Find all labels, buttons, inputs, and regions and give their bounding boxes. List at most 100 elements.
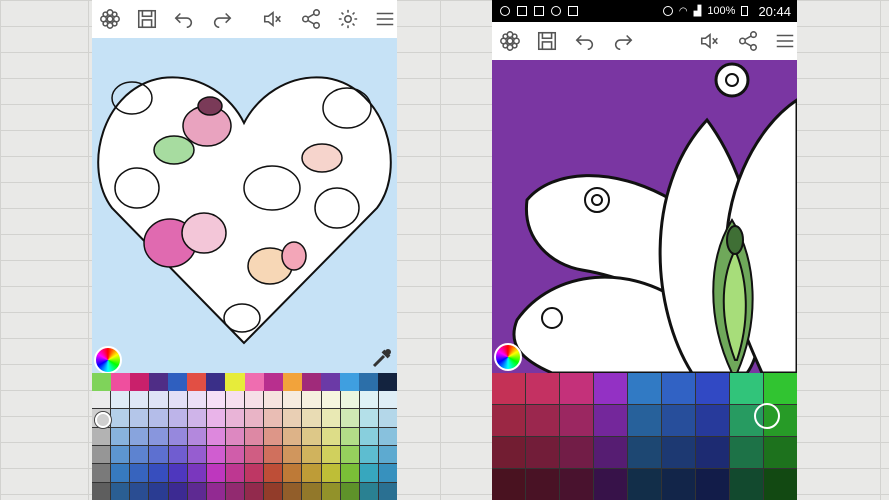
color-swatch[interactable] <box>206 373 226 391</box>
color-swatch[interactable] <box>92 391 111 409</box>
color-swatch[interactable] <box>302 409 321 427</box>
color-swatch[interactable] <box>628 437 661 468</box>
color-swatch[interactable] <box>340 391 359 409</box>
color-swatch[interactable] <box>149 464 168 482</box>
color-swatch[interactable] <box>187 373 207 391</box>
color-swatch[interactable] <box>168 446 187 464</box>
color-swatch[interactable] <box>206 446 225 464</box>
color-swatch[interactable] <box>264 391 283 409</box>
color-swatch[interactable] <box>377 373 397 391</box>
color-swatch[interactable] <box>149 427 168 445</box>
color-swatch[interactable] <box>764 373 797 404</box>
color-swatch[interactable] <box>111 446 130 464</box>
color-swatch[interactable] <box>225 391 244 409</box>
mute-icon[interactable] <box>262 7 285 31</box>
menu-icon[interactable] <box>374 7 397 31</box>
color-swatch[interactable] <box>359 446 378 464</box>
color-swatch[interactable] <box>730 373 763 404</box>
color-swatch[interactable] <box>340 427 359 445</box>
color-swatch[interactable] <box>340 446 359 464</box>
color-swatch[interactable] <box>245 482 264 500</box>
color-swatch[interactable] <box>662 469 695 500</box>
color-swatch[interactable] <box>187 409 206 427</box>
color-swatch[interactable] <box>206 427 225 445</box>
color-swatch[interactable] <box>168 391 187 409</box>
save-icon[interactable] <box>135 7 158 31</box>
color-swatch[interactable] <box>245 391 264 409</box>
color-swatch[interactable] <box>301 373 321 391</box>
color-swatch[interactable] <box>302 446 321 464</box>
color-swatch[interactable] <box>526 405 559 436</box>
color-swatch[interactable] <box>492 373 525 404</box>
color-swatch[interactable] <box>359 482 378 500</box>
color-swatch[interactable] <box>263 373 283 391</box>
color-swatch[interactable] <box>526 373 559 404</box>
color-swatch[interactable] <box>662 437 695 468</box>
color-swatch[interactable] <box>378 391 397 409</box>
color-swatch[interactable] <box>225 427 244 445</box>
color-swatch[interactable] <box>149 446 168 464</box>
color-swatch[interactable] <box>321 427 340 445</box>
palette-icon[interactable] <box>98 7 121 31</box>
coloring-canvas[interactable] <box>492 60 797 375</box>
color-swatch[interactable] <box>302 464 321 482</box>
color-swatch[interactable] <box>492 469 525 500</box>
color-swatch[interactable] <box>187 464 206 482</box>
color-swatch[interactable] <box>130 482 149 500</box>
settings-icon[interactable] <box>336 7 359 31</box>
color-swatch[interactable] <box>245 427 264 445</box>
color-swatch[interactable] <box>206 482 225 500</box>
color-swatch[interactable] <box>696 437 729 468</box>
share-icon[interactable] <box>299 7 322 31</box>
color-swatch[interactable] <box>560 469 593 500</box>
color-swatch[interactable] <box>282 373 302 391</box>
color-swatch[interactable] <box>764 437 797 468</box>
color-swatch[interactable] <box>149 373 169 391</box>
color-wheel-icon[interactable] <box>494 343 522 371</box>
color-swatch[interactable] <box>111 427 130 445</box>
palette-icon[interactable] <box>498 29 522 53</box>
color-swatch[interactable] <box>206 391 225 409</box>
color-swatch[interactable] <box>130 391 149 409</box>
color-swatch[interactable] <box>526 437 559 468</box>
color-swatch[interactable] <box>264 482 283 500</box>
color-swatch[interactable] <box>92 464 111 482</box>
mandala-illustration[interactable] <box>492 60 797 375</box>
rose-heart-illustration[interactable] <box>92 38 397 373</box>
color-swatch[interactable] <box>149 482 168 500</box>
undo-icon[interactable] <box>573 29 597 53</box>
coloring-canvas[interactable] <box>92 38 397 373</box>
color-swatch[interactable] <box>696 405 729 436</box>
color-swatch[interactable] <box>359 391 378 409</box>
color-swatch[interactable] <box>130 464 149 482</box>
color-swatch[interactable] <box>628 373 661 404</box>
color-swatch[interactable] <box>320 373 340 391</box>
mute-icon[interactable] <box>698 29 722 53</box>
color-swatch[interactable] <box>764 469 797 500</box>
eyedropper-icon[interactable] <box>770 340 794 369</box>
color-swatch[interactable] <box>111 464 130 482</box>
color-swatch[interactable] <box>302 391 321 409</box>
color-swatch[interactable] <box>283 482 302 500</box>
color-swatch[interactable] <box>206 464 225 482</box>
color-swatch[interactable] <box>264 427 283 445</box>
color-swatch[interactable] <box>358 373 378 391</box>
color-swatch[interactable] <box>340 409 359 427</box>
color-swatch[interactable] <box>302 427 321 445</box>
color-swatch[interactable] <box>321 482 340 500</box>
color-swatch[interactable] <box>283 427 302 445</box>
color-swatch[interactable] <box>92 373 112 391</box>
color-swatch[interactable] <box>111 482 130 500</box>
color-swatch[interactable] <box>321 409 340 427</box>
color-swatch[interactable] <box>168 373 188 391</box>
color-swatch[interactable] <box>283 409 302 427</box>
color-swatch[interactable] <box>225 373 245 391</box>
color-swatch[interactable] <box>492 405 525 436</box>
color-swatch[interactable] <box>111 409 130 427</box>
color-swatch[interactable] <box>378 427 397 445</box>
color-swatch[interactable] <box>662 373 695 404</box>
color-swatch[interactable] <box>187 446 206 464</box>
color-swatch[interactable] <box>560 405 593 436</box>
color-swatch[interactable] <box>111 373 131 391</box>
undo-icon[interactable] <box>173 7 196 31</box>
